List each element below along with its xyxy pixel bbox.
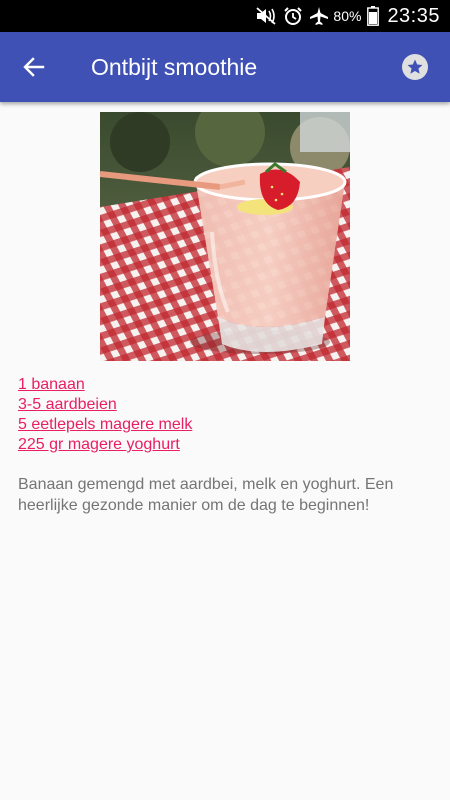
recipe-photo — [100, 112, 350, 361]
star-icon — [407, 59, 423, 74]
list-item: 1 banaan — [18, 375, 192, 395]
list-item: 3-5 aardbeien — [18, 395, 192, 415]
page-title: Ontbijt smoothie — [91, 54, 258, 80]
alarm-icon — [283, 6, 303, 26]
back-button[interactable] — [20, 53, 48, 81]
airplane-icon — [309, 6, 329, 26]
ingredient-link[interactable]: 5 eetlepels magere melk — [18, 416, 192, 433]
ingredient-link[interactable]: 225 gr magere yoghurt — [18, 436, 180, 453]
app-bar: Ontbijt smoothie — [0, 32, 450, 102]
mute-icon — [255, 7, 277, 25]
list-item: 5 eetlepels magere melk — [18, 415, 192, 435]
favorite-button[interactable] — [402, 54, 428, 80]
status-bar: 80% 23:35 — [0, 0, 450, 32]
list-item: 225 gr magere yoghurt — [18, 435, 192, 455]
ingredient-link[interactable]: 3-5 aardbeien — [18, 396, 117, 413]
battery-percentage: 80% — [333, 8, 362, 24]
status-time: 23:35 — [387, 4, 440, 27]
battery-icon — [367, 6, 380, 26]
arrow-back-icon — [23, 57, 45, 77]
ingredient-link[interactable]: 1 banaan — [18, 376, 85, 393]
recipe-description: Banaan gemengd met aardbei, melk en yogh… — [18, 476, 394, 514]
ingredient-list: 1 banaan 3-5 aardbeien 5 eetlepels mager… — [18, 375, 192, 455]
